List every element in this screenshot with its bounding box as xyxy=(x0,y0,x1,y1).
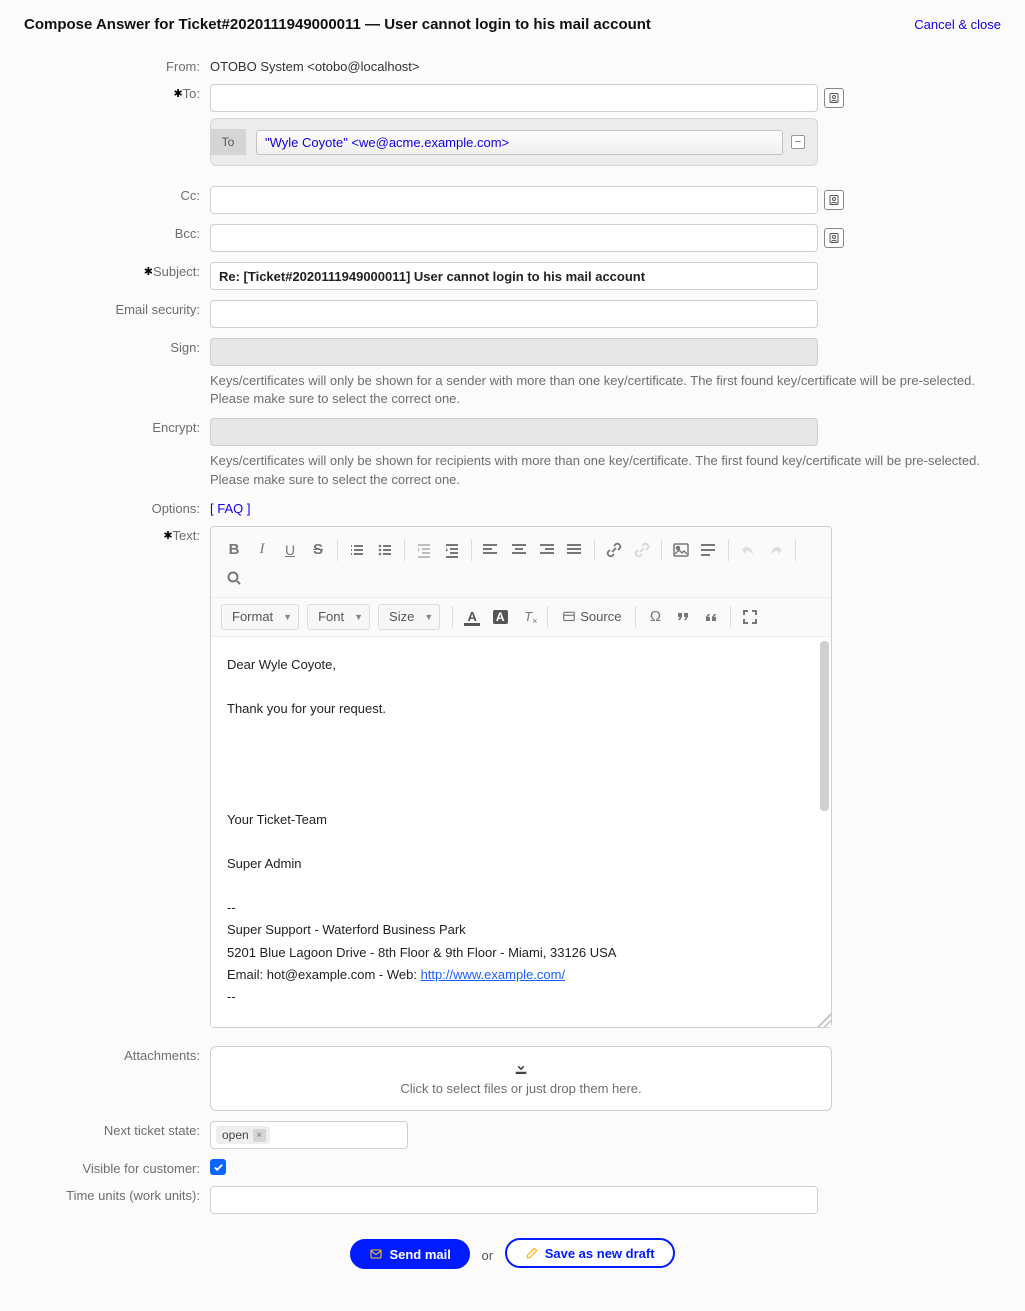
encrypt-label: Encrypt: xyxy=(20,414,210,435)
editor-body[interactable]: Dear Wyle Coyote, Thank you for your req… xyxy=(211,636,831,1027)
sign-label: Sign: xyxy=(20,334,210,355)
sign-hint: Keys/certificates will only be shown for… xyxy=(210,372,1005,408)
to-input[interactable] xyxy=(210,84,818,112)
italic-icon[interactable]: I xyxy=(249,537,275,563)
encrypt-input xyxy=(210,418,818,446)
attachment-dropzone[interactable]: Click to select files or just drop them … xyxy=(210,1046,832,1111)
body-sender: Super Admin xyxy=(227,854,815,874)
bgcolor-icon[interactable]: A xyxy=(487,604,513,630)
body-greeting: Dear Wyle Coyote, xyxy=(227,655,815,675)
save-draft-button[interactable]: Save as new draft xyxy=(505,1238,675,1268)
to-tab-label: To xyxy=(210,129,246,155)
signature-link[interactable]: http://www.example.com/ xyxy=(421,967,566,982)
align-left-icon[interactable] xyxy=(478,537,504,563)
nextstate-label: Next ticket state: xyxy=(20,1117,210,1138)
cc-label: Cc: xyxy=(20,182,210,203)
from-label: From: xyxy=(20,53,210,74)
body-sigsep2: -- xyxy=(227,987,815,1007)
page-title: Compose Answer for Ticket#20201119490000… xyxy=(24,16,651,33)
to-chip[interactable]: "Wyle Coyote" <we@acme.example.com> xyxy=(256,130,783,155)
next-state-chip[interactable]: open× xyxy=(216,1126,270,1144)
removeformat-icon[interactable]: T× xyxy=(515,604,541,630)
align-center-icon[interactable] xyxy=(506,537,532,563)
redo-icon[interactable] xyxy=(763,537,789,563)
edit-icon xyxy=(525,1246,539,1260)
undo-icon[interactable] xyxy=(735,537,761,563)
or-text: or xyxy=(482,1248,494,1263)
underline-icon[interactable]: U xyxy=(277,537,303,563)
hr-icon[interactable] xyxy=(696,537,722,563)
attachments-label: Attachments: xyxy=(20,1042,210,1063)
bold-icon[interactable]: B xyxy=(221,537,247,563)
attachment-hint: Click to select files or just drop them … xyxy=(221,1081,821,1096)
source-button[interactable]: Source xyxy=(554,604,629,630)
subject-label: ✱Subject: xyxy=(20,258,210,279)
indent-icon[interactable] xyxy=(439,537,465,563)
emailsecurity-label: Email security: xyxy=(20,296,210,317)
format-combo[interactable]: Format▼ xyxy=(221,604,299,630)
emailsecurity-input[interactable] xyxy=(210,300,818,328)
text-label: ✱Text: xyxy=(20,522,210,543)
bcc-addressbook-icon[interactable] xyxy=(824,228,844,248)
cc-input[interactable] xyxy=(210,186,818,214)
cc-addressbook-icon[interactable] xyxy=(824,190,844,210)
scrollbar[interactable] xyxy=(820,641,829,811)
bcc-label: Bcc: xyxy=(20,220,210,241)
quote-right-icon[interactable] xyxy=(698,604,724,630)
ol-icon[interactable] xyxy=(344,537,370,563)
font-combo[interactable]: Font▼ xyxy=(307,604,370,630)
outdent-icon[interactable] xyxy=(411,537,437,563)
unlink-icon[interactable] xyxy=(629,537,655,563)
body-sig1: Super Support - Waterford Business Park xyxy=(227,920,815,940)
size-combo[interactable]: Size▼ xyxy=(378,604,440,630)
strike-icon[interactable]: S xyxy=(305,537,331,563)
download-icon xyxy=(511,1059,531,1077)
subject-input[interactable] xyxy=(210,262,818,290)
align-justify-icon[interactable] xyxy=(562,537,588,563)
omega-icon[interactable]: Ω xyxy=(642,604,668,630)
sign-input xyxy=(210,338,818,366)
find-icon[interactable] xyxy=(221,565,247,591)
to-label: ✱To: xyxy=(20,80,210,101)
quote-left-icon[interactable] xyxy=(670,604,696,630)
to-recipient-panel: To "Wyle Coyote" <we@acme.example.com> − xyxy=(210,118,818,166)
maximize-icon[interactable] xyxy=(737,604,763,630)
bcc-input[interactable] xyxy=(210,224,818,252)
visible-label: Visible for customer: xyxy=(20,1155,210,1176)
rich-text-editor: B I U S xyxy=(210,526,832,1028)
faq-link[interactable]: [ FAQ ] xyxy=(210,501,250,516)
resize-handle[interactable] xyxy=(817,1013,831,1027)
encrypt-hint: Keys/certificates will only be shown for… xyxy=(210,452,1005,488)
align-right-icon[interactable] xyxy=(534,537,560,563)
link-icon[interactable] xyxy=(601,537,627,563)
close-icon[interactable]: × xyxy=(253,1129,266,1142)
body-team: Your Ticket-Team xyxy=(227,810,815,830)
from-value: OTOBO System <otobo@localhost> xyxy=(210,53,1005,74)
visible-checkbox[interactable] xyxy=(210,1159,226,1175)
mail-icon xyxy=(369,1248,383,1260)
send-mail-button[interactable]: Send mail xyxy=(350,1239,469,1269)
to-addressbook-icon[interactable] xyxy=(824,88,844,108)
body-sigsep: -- xyxy=(227,898,815,918)
image-icon[interactable] xyxy=(668,537,694,563)
body-sig3: Email: hot@example.com - Web: http://www… xyxy=(227,965,815,985)
body-sig2: 5201 Blue Lagoon Drive - 8th Floor & 9th… xyxy=(227,943,815,963)
options-label: Options: xyxy=(20,495,210,516)
timeunits-input[interactable] xyxy=(210,1186,818,1214)
ul-icon[interactable] xyxy=(372,537,398,563)
cancel-close-link[interactable]: Cancel & close xyxy=(914,17,1001,32)
body-line1: Thank you for your request. xyxy=(227,699,815,719)
textcolor-icon[interactable]: A xyxy=(459,604,485,630)
to-chip-remove-icon[interactable]: − xyxy=(791,135,805,149)
timeunits-label: Time units (work units): xyxy=(20,1182,210,1203)
